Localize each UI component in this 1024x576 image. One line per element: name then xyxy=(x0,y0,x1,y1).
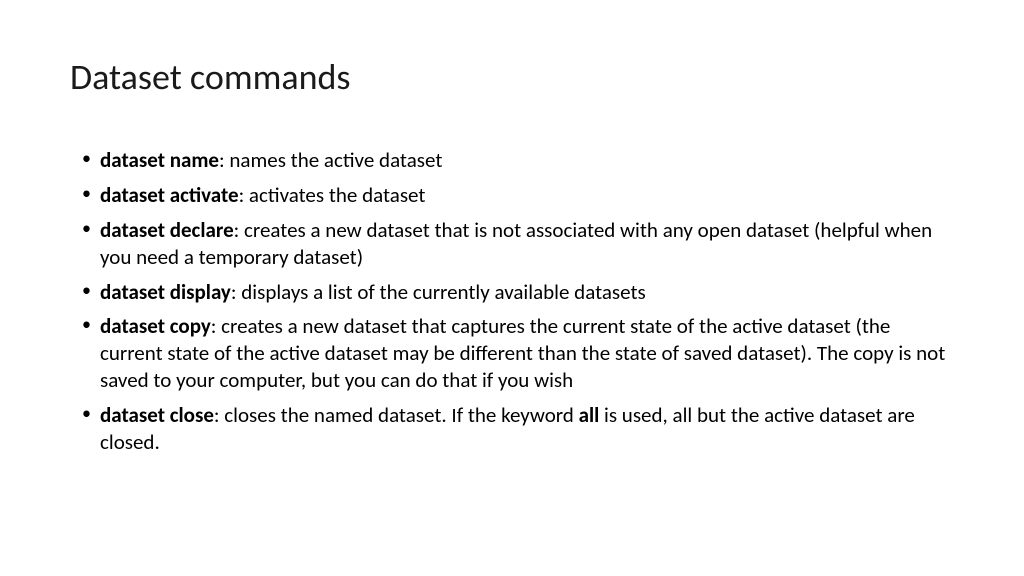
command-desc: : activates the dataset xyxy=(239,182,426,208)
command-desc-before: : closes the named dataset. If the keywo… xyxy=(214,402,579,428)
command-name: dataset close xyxy=(100,402,214,428)
list-item: dataset display: displays a list of the … xyxy=(82,279,954,306)
list-item: dataset close: closes the named dataset.… xyxy=(82,402,954,456)
command-list: dataset name: names the active dataset d… xyxy=(70,147,954,456)
command-desc: : displays a list of the currently avail… xyxy=(231,279,646,305)
command-name: dataset copy xyxy=(100,313,211,339)
list-item: dataset activate: activates the dataset xyxy=(82,182,954,209)
command-desc: : creates a new dataset that captures th… xyxy=(100,313,945,393)
command-name: dataset name xyxy=(100,147,219,173)
list-item: dataset declare: creates a new dataset t… xyxy=(82,217,954,271)
list-item: dataset name: names the active dataset xyxy=(82,147,954,174)
command-name: dataset declare xyxy=(100,217,234,243)
keyword: all xyxy=(579,402,600,428)
list-item: dataset copy: creates a new dataset that… xyxy=(82,313,954,394)
command-name: dataset display xyxy=(100,279,231,305)
command-desc: : names the active dataset xyxy=(219,147,442,173)
slide-title: Dataset commands xyxy=(70,55,954,99)
command-name: dataset activate xyxy=(100,182,239,208)
